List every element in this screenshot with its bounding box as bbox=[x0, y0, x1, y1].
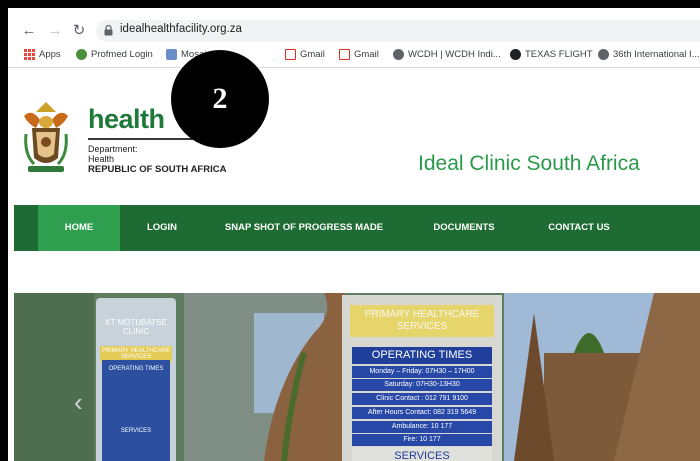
hero-slideshow: KT MOTUBATSE CLINIC PRIMARY HEALTHCARE S… bbox=[14, 293, 700, 461]
clinic-sign-right: PRIMARY HEALTHCARE SERVICES OPERATING TI… bbox=[342, 295, 502, 461]
address-bar[interactable]: idealhealthfacility.org.za bbox=[96, 20, 700, 42]
back-arrow-icon[interactable]: ← bbox=[20, 20, 38, 42]
gmail-icon bbox=[285, 49, 296, 60]
bookmark-gmail-1[interactable]: Gmail bbox=[285, 49, 325, 60]
gmail-icon bbox=[339, 49, 350, 60]
mosaic-icon bbox=[166, 49, 177, 60]
sign-row: Saturday: 07H30-13H30 bbox=[352, 379, 492, 391]
browser-toolbar: ← → ↻ idealhealthfacility.org.za bbox=[8, 20, 700, 42]
department-text: Department: Health REPUBLIC OF SOUTH AFR… bbox=[88, 144, 227, 175]
forward-arrow-icon[interactable]: → bbox=[46, 20, 64, 42]
globe-icon bbox=[598, 49, 609, 60]
bookmark-texas-flight[interactable]: TEXAS FLIGHT bbox=[510, 49, 593, 60]
sign-panel bbox=[102, 360, 170, 461]
sign-row: Monday – Friday: 07H30 – 17H00 bbox=[352, 366, 492, 378]
sign-row: Fire: 10 177 bbox=[352, 434, 492, 446]
sign-row: After Hours Contact: 082 319 5649 bbox=[352, 407, 492, 419]
apps-grid-icon bbox=[24, 49, 35, 60]
reload-icon[interactable]: ↻ bbox=[70, 20, 88, 42]
bookmark-gmail-2[interactable]: Gmail bbox=[339, 49, 379, 60]
bookmarks-bar: Apps Profmed Login Mosai... Gmail Gmail … bbox=[8, 44, 700, 68]
slideshow-prev-icon[interactable]: ‹ bbox=[74, 389, 92, 415]
nav-contact-us[interactable]: CONTACT US bbox=[538, 205, 620, 251]
bookmark-36th-international[interactable]: 36th International I... bbox=[598, 49, 700, 60]
sign-phc-title: PRIMARY HEALTHCARE SERVICES bbox=[350, 305, 494, 337]
sign-operating-times: OPERATING TIMES bbox=[352, 347, 492, 364]
health-wordmark: health bbox=[88, 104, 165, 134]
sign-row: Ambulance: 10 177 bbox=[352, 421, 492, 433]
plane-icon bbox=[510, 49, 521, 60]
bookmark-wcdh[interactable]: WCDH | WCDH Indi... bbox=[393, 49, 501, 60]
nav-login[interactable]: LOGIN bbox=[134, 205, 190, 251]
clinic-sign-left: KT MOTUBATSE CLINIC PRIMARY HEALTHCARE S… bbox=[96, 298, 176, 461]
coat-of-arms-logo bbox=[24, 102, 68, 172]
sign-row: Clinic Contact : 012 791 9100 bbox=[352, 393, 492, 405]
nav-snapshot-progress[interactable]: SNAP SHOT OF PROGRESS MADE bbox=[219, 205, 389, 251]
page-content: health Department: Health REPUBLIC OF SO… bbox=[14, 68, 700, 461]
nav-documents[interactable]: DOCUMENTS bbox=[426, 205, 502, 251]
nav-home[interactable]: HOME bbox=[38, 205, 120, 251]
globe-icon bbox=[393, 49, 404, 60]
bookmark-profmed[interactable]: Profmed Login bbox=[76, 49, 153, 60]
site-title: Ideal Clinic South Africa bbox=[418, 152, 640, 175]
web-page: health Department: Health REPUBLIC OF SO… bbox=[8, 68, 700, 461]
profmed-icon bbox=[76, 49, 87, 60]
bookmark-apps[interactable]: Apps bbox=[24, 49, 61, 60]
url-text: idealhealthfacility.org.za bbox=[120, 23, 242, 35]
annotation-number-badge: 2 bbox=[171, 50, 269, 148]
sign-services: SERVICES bbox=[352, 447, 492, 461]
main-navigation: HOME LOGIN SNAP SHOT OF PROGRESS MADE DO… bbox=[14, 205, 700, 251]
screenshot-frame: ← → ↻ idealhealthfacility.org.za Apps Pr… bbox=[8, 8, 700, 461]
lock-icon bbox=[104, 25, 113, 36]
